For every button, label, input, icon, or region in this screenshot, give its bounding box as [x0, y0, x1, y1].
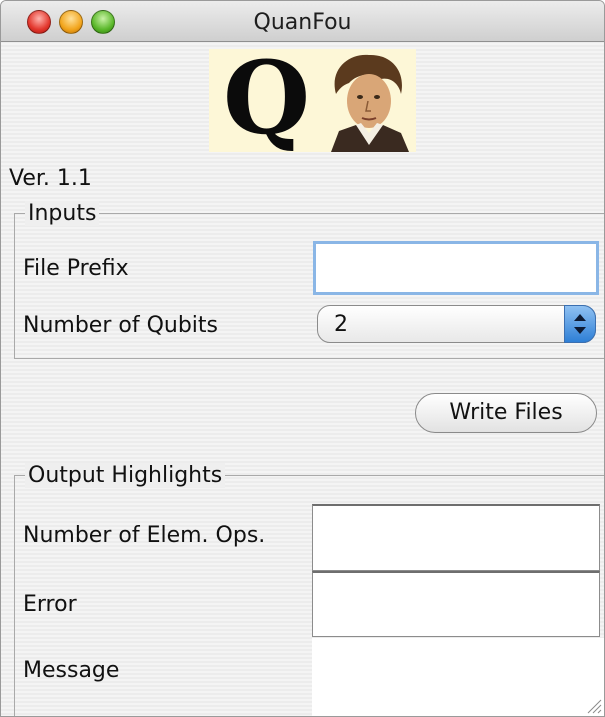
select-arrows-icon: [564, 305, 596, 343]
window-title: QuanFou: [253, 10, 352, 35]
message-field: [312, 638, 604, 716]
outputs-legend: Output Highlights: [25, 463, 226, 488]
message-label: Message: [23, 658, 120, 683]
qubits-select[interactable]: 2: [317, 305, 596, 343]
error-field: [312, 571, 600, 637]
portrait-image: [311, 49, 416, 152]
qubits-label: Number of Qubits: [23, 313, 218, 338]
qubits-select-value: 2: [334, 312, 348, 337]
title-bar[interactable]: QuanFou: [1, 1, 604, 42]
version-label: Ver. 1.1: [9, 166, 92, 191]
elem-ops-field: [312, 504, 600, 571]
resize-grip-icon[interactable]: [582, 694, 602, 714]
app-logo: Q: [209, 49, 416, 152]
logo-letter: Q: [223, 49, 311, 152]
elem-ops-label: Number of Elem. Ops.: [23, 523, 266, 548]
file-prefix-label: File Prefix: [23, 256, 129, 281]
write-files-button[interactable]: Write Files: [415, 393, 597, 433]
file-prefix-input[interactable]: [313, 241, 599, 295]
app-window: QuanFou Q Ver. 1.1 Inputs File Prefix Nu…: [0, 0, 605, 717]
inputs-legend: Inputs: [25, 201, 100, 226]
error-label: Error: [23, 592, 77, 617]
